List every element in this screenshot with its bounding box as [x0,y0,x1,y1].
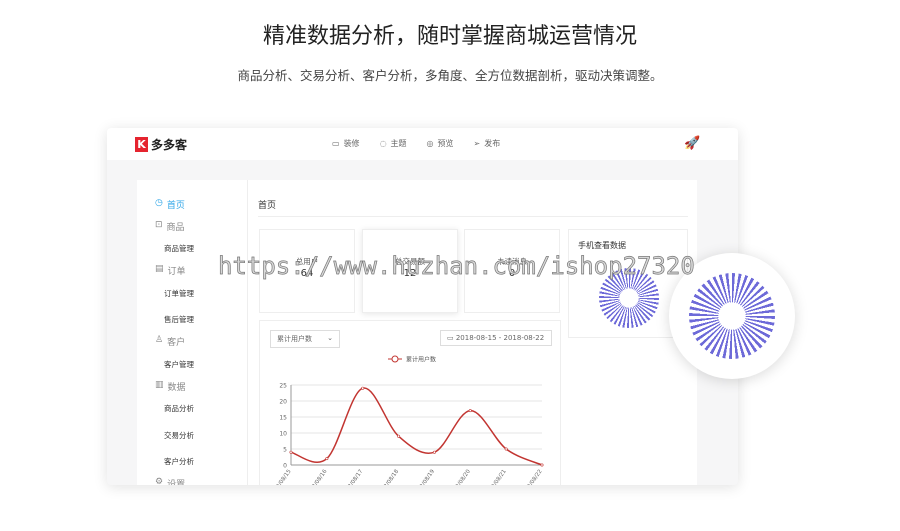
qr-code-large-pattern [689,273,775,359]
watermark: https://www.huzhan.com/ishop27320 [218,252,696,281]
sidebar-item-3[interactable]: ▤ 订单 [155,264,186,277]
content-panel: ◷ 首页 ⊡ 商品 商品管理 ▤ 订单 订单管理 售后管理 ♙ 客户 客户管理 ▥ 数据 商品分析 交易分析客… [137,180,697,485]
x-tick-label: 2018/08/22 [521,469,544,485]
data-point [504,447,508,451]
nav-label: 发布 [484,139,501,148]
sidebar-item-label: 订单 [167,267,186,277]
sidebar-item-6[interactable]: ♙ 客户 [155,335,185,348]
nav-label: 主题 [390,139,407,148]
chevron-down-icon: ⌄ [327,334,333,342]
x-tick-label: 2018/08/21 [485,469,508,485]
sidebar-item-5[interactable]: 售后管理 [164,314,194,325]
y-tick-label: 0 [283,463,287,470]
data-point [289,450,293,454]
y-tick-label: 25 [279,383,287,390]
y-tick-label: 15 [279,415,287,422]
data-point [432,450,436,454]
legend-marker [391,355,399,363]
sidebar-icon: ♙ [155,335,164,345]
date-range-value: 2018-08-15 - 2018-08-22 [455,334,545,342]
x-tick-label: 2018/08/15 [270,468,293,485]
sidebar-item-label: 设置 [167,480,186,485]
y-tick-label: 5 [283,447,287,454]
chart-card: 累计用户数 ⌄ ▭ 2018-08-15 - 2018-08-22 0 5 10 15 2… [259,320,561,485]
nav-label: 预览 [437,139,454,148]
sidebar-icon: ⊡ [155,220,163,230]
metric-select-value: 累计用户数 [277,335,312,343]
app-window: K 多多客 ▭ 装修 ◌ 主题 ◎ 预览 ➢ 发布 🚀 ◷ 首页 ⊡ 商品 商品管理 ▤ 订单 订单管理 售后管… [107,128,738,485]
x-tick-label: 2018/08/20 [449,468,472,485]
nav-label: 装修 [343,139,360,148]
x-tick-label: 2018/08/16 [305,468,328,485]
sidebar-item-10[interactable]: 交易分析 [164,430,194,441]
data-point [468,409,472,413]
send-icon: ➢ [473,139,481,148]
sidebar-item-9[interactable]: 商品分析 [164,403,194,414]
sidebar-item-0[interactable]: ◷ 首页 [155,198,185,211]
nav-send[interactable]: ➢ 发布 [474,138,501,149]
sidebar-item-label: 首页 [166,201,185,211]
series-line [290,387,543,466]
calendar-icon: ▭ [447,334,456,342]
top-nav: ▭ 装修 ◌ 主题 ◎ 预览 ➢ 发布 [332,138,500,149]
sidebar-item-label: 交易分析 [164,431,194,440]
sidebar-item-11[interactable]: 客户分析 [164,456,194,467]
page-title: 首页 [258,201,277,211]
sidebar-item-label: 售后管理 [164,315,194,324]
hero-subtitle: 商品分析、交易分析、客户分析，多角度、全方位数据剖析，驱动决策调整。 [237,68,663,83]
line-chart: 0 5 10 15 20 25 2018/08/15 2018/08/16 2018/08/17… [270,355,544,485]
sidebar-icon: ▥ [155,380,164,390]
sidebar-item-12[interactable]: ⚙ 设置 [155,477,185,485]
sidebar-item-1[interactable]: ⊡ 商品 [155,220,185,233]
metric-select[interactable]: 累计用户数 ⌄ [270,330,340,348]
sidebar-item-label: 商品管理 [164,244,194,253]
sidebar-item-8[interactable]: ▥ 数据 [155,380,186,393]
nav-theme[interactable]: ◌ 主题 [380,138,407,149]
sidebar-item-label: 订单管理 [164,289,194,298]
sidebar-icon: ⚙ [155,477,164,485]
sidebar-icon: ▤ [155,264,164,274]
x-tick-label: 2018/08/17 [341,468,364,485]
x-tick-label: 2018/08/18 [377,468,400,485]
logo[interactable]: K 多多客 [135,136,187,153]
hero-title: 精准数据分析，随时掌握商城运营情况 [262,24,637,49]
data-point [540,463,544,467]
sidebar: ◷ 首页 ⊡ 商品 商品管理 ▤ 订单 订单管理 售后管理 ♙ 客户 客户管理 ▥ 数据 商品分析 交易分析客… [137,180,248,485]
sidebar-item-7[interactable]: 客户管理 [164,359,194,370]
y-tick-label: 10 [279,431,287,438]
sidebar-item-4[interactable]: 订单管理 [164,288,194,299]
x-tick-label: 2018/08/19 [413,468,436,485]
sidebar-item-label: 客户 [167,338,186,348]
data-point [325,457,329,461]
qr-card-title: 手机查看数据 [578,241,626,250]
sidebar-item-label: 数据 [167,383,186,393]
date-range-picker[interactable]: ▭ 2018-08-15 - 2018-08-22 [440,330,552,346]
nav-decorate[interactable]: ▭ 装修 [332,138,360,149]
sidebar-item-label: 客户分析 [164,457,194,466]
data-point [361,386,365,390]
data-point [397,434,401,438]
top-bar: K 多多客 ▭ 装修 ◌ 主题 ◎ 预览 ➢ 发布 🚀 [107,128,738,160]
divider [258,216,688,217]
sidebar-icon: ◷ [155,198,163,208]
sidebar-item-label: 商品分析 [164,404,194,413]
y-tick-label: 20 [279,399,287,406]
rocket-icon[interactable]: 🚀 [684,136,700,151]
sidebar-item-label: 商品 [166,223,185,233]
eye-icon: ◎ [426,139,434,148]
theme-icon: ◌ [379,139,387,148]
legend-label: 累计用户数 [406,356,436,364]
decorate-icon: ▭ [332,139,340,148]
nav-eye[interactable]: ◎ 预览 [427,138,454,149]
sidebar-item-label: 客户管理 [164,360,194,369]
sidebar-item-2[interactable]: 商品管理 [164,243,194,254]
